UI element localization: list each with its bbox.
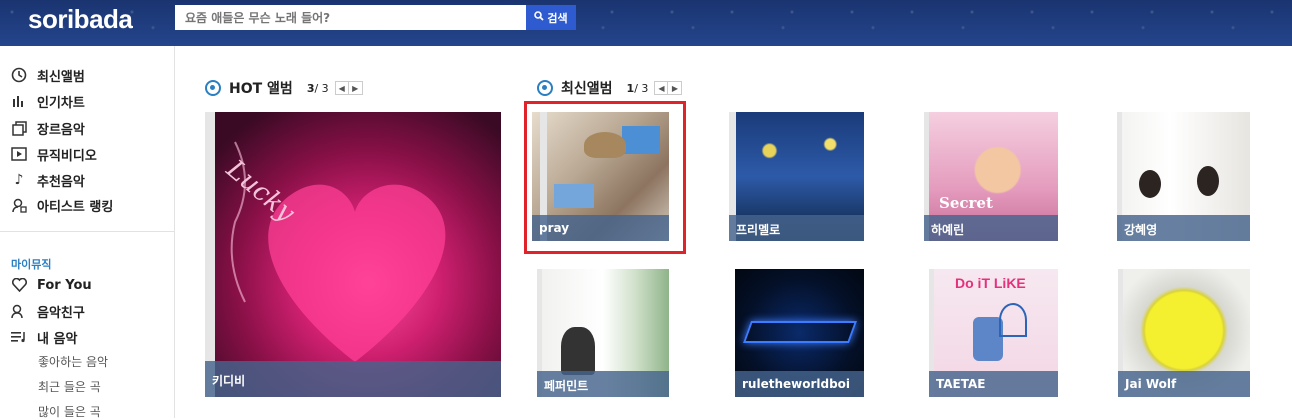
album-card[interactable]: 페퍼민트: [537, 269, 669, 397]
album-label: 하예린: [924, 215, 1058, 241]
album-label: 프리멜로: [729, 215, 864, 241]
heart-icon: [10, 276, 28, 294]
my-music-title: 마이뮤직: [11, 258, 52, 271]
hot-pager: 3/ 3: [306, 81, 329, 95]
video-icon: [10, 145, 28, 163]
sub-item-most-played[interactable]: 많이 들은 곡: [38, 403, 101, 420]
album-card[interactable]: Secret 하예린: [924, 112, 1058, 241]
album-card[interactable]: ruletheworldboi: [735, 269, 864, 397]
new-pager: 1/ 3: [626, 81, 649, 95]
sidebar-divider: [0, 231, 174, 232]
music-note-icon: ♪: [14, 172, 24, 188]
sidebar-item-recommend[interactable]: ♪ 추천음악: [10, 168, 85, 192]
album-label: Jai Wolf: [1118, 371, 1250, 397]
sidebar: 최신앨범 인기차트 장르음악 뮤직비디오 ♪ 추천음악 아티스트 랭킹 마이뮤직…: [0, 46, 175, 420]
genre-icon: [10, 119, 28, 137]
sidebar-item-my-music[interactable]: 내 음악: [10, 325, 77, 349]
search-input[interactable]: [175, 5, 526, 30]
sidebar-item-label: 내 음악: [37, 331, 78, 347]
friends-icon: [10, 302, 28, 320]
sidebar-item-label: For You: [37, 277, 92, 293]
artist-icon: [10, 196, 28, 214]
sidebar-item-label: 뮤직비디오: [37, 148, 97, 164]
next-arrow-icon[interactable]: ▶: [668, 81, 683, 95]
new-album-title[interactable]: 최신앨범: [561, 78, 613, 98]
sidebar-item-label: 추천음악: [37, 174, 85, 190]
sidebar-item-artist-ranking[interactable]: 아티스트 랭킹: [10, 193, 113, 217]
sidebar-item-new-album[interactable]: 최신앨범: [10, 63, 85, 87]
soribada-logo[interactable]: soribada: [28, 4, 133, 35]
search-button[interactable]: 검색: [526, 5, 576, 30]
album-card[interactable]: Jai Wolf: [1118, 269, 1250, 397]
prev-arrow-icon[interactable]: ◀: [334, 81, 349, 95]
new-album-header: 최신앨범 1/ 3 ◀ ▶: [537, 78, 683, 98]
album-card[interactable]: Do iT LiKE TAETAE: [929, 269, 1058, 397]
sidebar-item-label: 아티스트 랭킹: [37, 199, 114, 215]
album-card[interactable]: 프리멜로: [729, 112, 864, 241]
album-label: TAETAE: [929, 371, 1058, 397]
sidebar-item-for-you[interactable]: For You: [10, 273, 92, 297]
sidebar-item-label: 장르음악: [37, 122, 85, 138]
sidebar-item-label: 음악친구: [37, 305, 85, 321]
album-label: 강혜영: [1117, 215, 1250, 241]
album-label: 키디비: [205, 361, 501, 397]
sidebar-item-video[interactable]: 뮤직비디오: [10, 142, 97, 166]
chart-icon: [10, 92, 28, 110]
sidebar-item-label: 인기차트: [37, 95, 85, 111]
playlist-icon: [10, 328, 28, 346]
search-button-label: 검색: [547, 11, 568, 25]
sub-item-recent[interactable]: 최근 들은 곡: [38, 378, 101, 395]
hot-album-icon: [205, 80, 221, 96]
new-album-icon: [10, 66, 28, 84]
album-card[interactable]: 강혜영: [1117, 112, 1250, 241]
sidebar-item-friends[interactable]: 음악친구: [10, 299, 85, 323]
next-arrow-icon[interactable]: ▶: [348, 81, 363, 95]
sub-item-liked[interactable]: 좋아하는 음악: [38, 353, 108, 370]
hot-album-card[interactable]: Lucky 키디비: [205, 112, 501, 397]
sidebar-item-label: 최신앨범: [37, 69, 85, 85]
album-label: 페퍼민트: [537, 371, 669, 397]
sidebar-item-chart[interactable]: 인기차트: [10, 89, 85, 113]
selection-highlight: [524, 101, 686, 254]
search-icon: [534, 11, 545, 24]
album-cover-image: Lucky: [205, 112, 501, 397]
svg-text:Lucky: Lucky: [220, 154, 301, 229]
sidebar-item-genre[interactable]: 장르음악: [10, 116, 85, 140]
new-album-section-icon: [537, 80, 553, 96]
album-label: ruletheworldboi: [735, 371, 864, 397]
hot-album-header: HOT 앨범 3/ 3 ◀ ▶: [205, 78, 363, 98]
prev-arrow-icon[interactable]: ◀: [654, 81, 669, 95]
hot-album-title[interactable]: HOT 앨범: [229, 78, 293, 98]
top-header: soribada 검색: [0, 0, 1292, 46]
